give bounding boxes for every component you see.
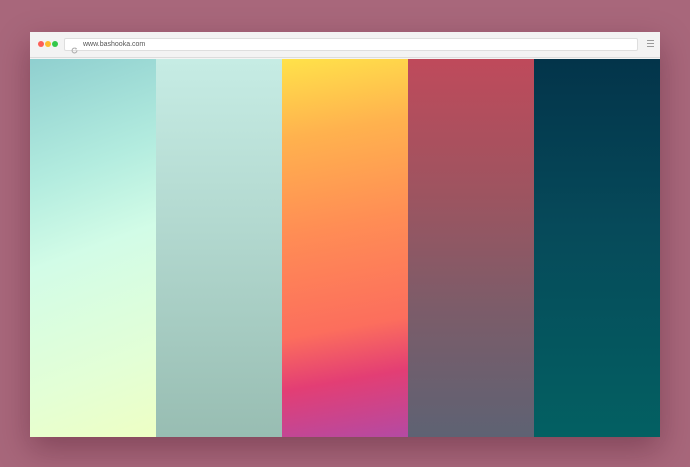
close-window-button[interactable] [38,41,44,47]
hamburger-menu-icon[interactable] [647,40,654,48]
maximize-window-button[interactable] [52,41,58,47]
browser-toolbar: www.bashooka.com [30,32,660,58]
url-text: www.bashooka.com [83,41,146,48]
gradient-swatch-seafoam [156,59,282,437]
gradient-swatch-sunset [282,59,408,437]
address-bar[interactable]: www.bashooka.com [64,38,638,54]
minimize-window-button[interactable] [45,41,51,47]
gradient-swatch-deep-teal [534,59,660,437]
reload-icon[interactable] [71,41,78,54]
gradient-swatch-mint-lime [30,59,156,437]
browser-window: www.bashooka.com [30,32,660,437]
page-content [30,59,660,437]
gradient-swatch-rose-slate [408,59,534,437]
